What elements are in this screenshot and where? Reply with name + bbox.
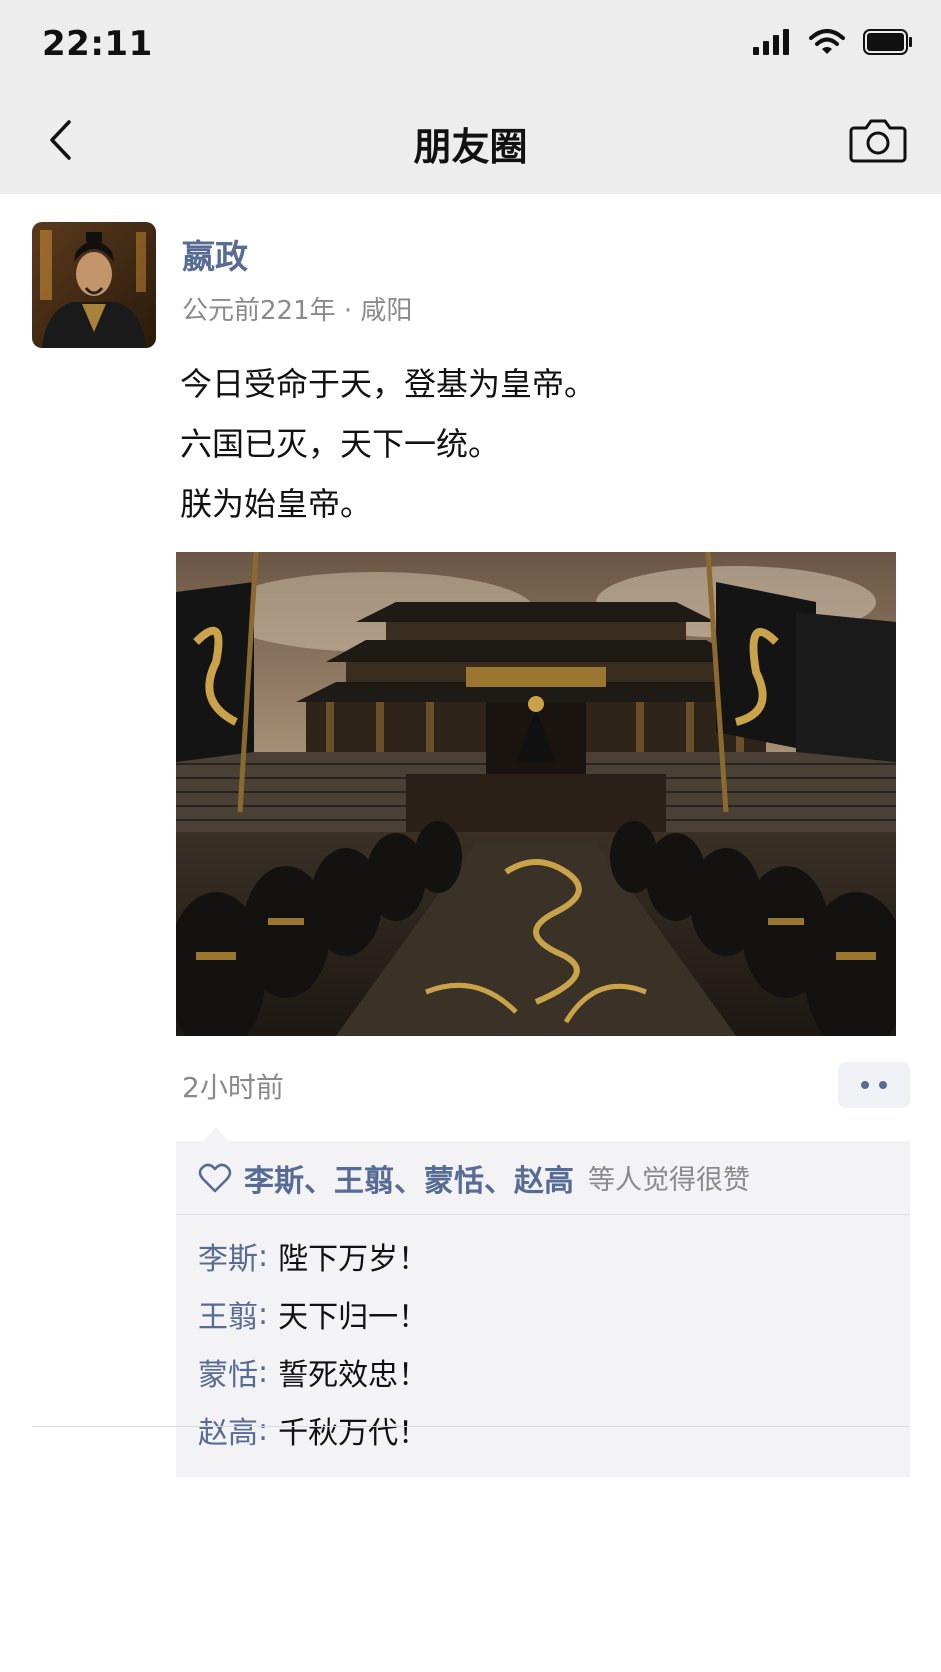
like-suffix: 等人觉得很赞 — [588, 1165, 750, 1196]
page-title: 朋友圈 — [413, 125, 528, 169]
post-text-line: 今日受命于天，登基为皇帝。 — [180, 365, 597, 403]
post-divider — [32, 1426, 910, 1427]
comment-text: 天下归一！ — [278, 1300, 429, 1335]
post-text-line: 朕为始皇帝。 — [180, 485, 373, 523]
comment-text: 千秋万代！ — [278, 1416, 429, 1451]
comments-list: 李斯: 陛下万岁！ 王翦: 天下归一！ 蒙恬: 誓死效忠！ 赵高: 千秋万代！ — [176, 1215, 910, 1477]
comment-author[interactable]: 李斯 — [198, 1234, 258, 1278]
comment-item[interactable]: 蒙恬: 誓死效忠！ — [198, 1343, 910, 1401]
comment-item[interactable]: 李斯: 陛下万岁！ — [198, 1227, 910, 1285]
more-dot-icon — [879, 1081, 887, 1089]
battery-icon — [863, 29, 912, 55]
signal-icon — [753, 29, 789, 55]
like-names[interactable]: 李斯、王翦、蒙恬、赵高 — [244, 1156, 574, 1200]
post-meta: 公元前221年 · 咸阳 — [182, 296, 413, 326]
likes-row: 李斯、王翦、蒙恬、赵高 等人觉得很赞 — [176, 1141, 910, 1215]
comment-item[interactable]: 王翦: 天下归一！ — [198, 1285, 910, 1343]
comment-author[interactable]: 蒙恬 — [198, 1350, 258, 1394]
comment-text: 陛下万岁！ — [278, 1242, 429, 1277]
status-time: 22:11 — [42, 24, 153, 64]
post-text: 今日受命于天，登基为皇帝。 六国已灭，天下一统。 朕为始皇帝。 — [180, 354, 596, 534]
more-actions-button[interactable] — [838, 1062, 910, 1108]
comment-author[interactable]: 王翦 — [198, 1292, 258, 1336]
status-icons — [753, 28, 913, 56]
post-text-line: 六国已灭，天下一统。 — [180, 425, 501, 463]
heart-icon — [198, 1163, 232, 1192]
status-bar: 22:11 — [0, 0, 941, 90]
more-dot-icon — [861, 1081, 869, 1089]
comment-author[interactable]: 赵高 — [198, 1408, 258, 1452]
post-image[interactable] — [176, 552, 896, 1036]
comment-text: 誓死效忠！ — [278, 1358, 429, 1393]
post-timestamp: 2小时前 — [182, 1071, 284, 1104]
camera-button[interactable] — [849, 114, 907, 166]
nav-bar: 朋友圈 — [0, 90, 941, 194]
comment-item[interactable]: 赵高: 千秋万代！ — [198, 1401, 910, 1459]
avatar[interactable] — [32, 222, 156, 348]
camera-icon — [849, 119, 907, 163]
wifi-icon — [809, 29, 845, 54]
post-author[interactable]: 嬴政 — [182, 230, 248, 278]
